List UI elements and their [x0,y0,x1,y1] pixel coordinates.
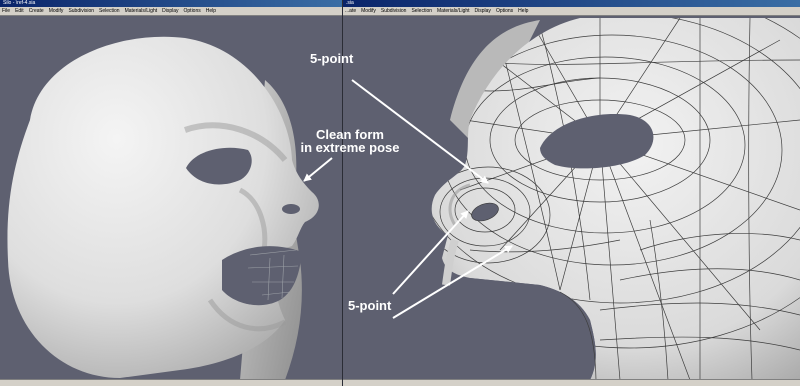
arrow-bottom-5point-1 [392,210,469,295]
annotation-arrows [303,79,513,319]
label-5-point-bottom: 5-point [348,298,392,313]
arrow-bottom-5point-2 [392,245,513,319]
label-5-point-top: 5-point [310,51,354,66]
label-clean-form: Clean form in extreme pose [300,128,400,154]
label-clean-form-line2: in extreme pose [300,140,400,155]
arrow-clean-form [303,157,333,182]
